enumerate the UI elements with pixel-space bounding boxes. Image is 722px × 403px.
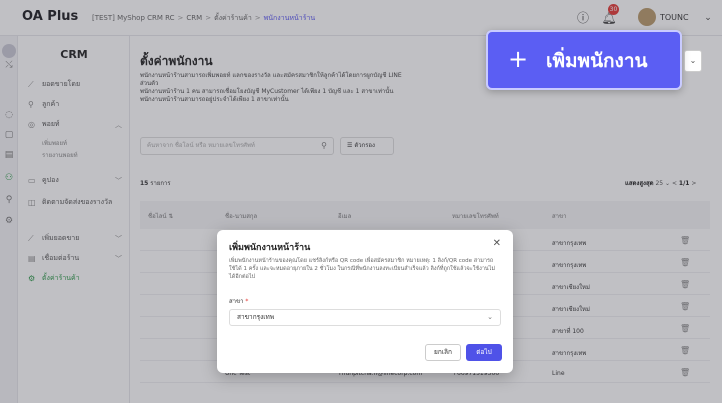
add-employee-button[interactable]: + เพิ่มพนักงาน: [486, 30, 682, 90]
branch-label-text: สาขา: [229, 298, 244, 305]
modal-title: เพิ่มพนักงานหน้าร้าน: [229, 243, 311, 253]
close-icon[interactable]: ✕: [493, 238, 501, 249]
dropdown-toggle[interactable]: ⌄: [684, 50, 702, 72]
branch-select-value: สาขากรุงเทพ: [237, 313, 275, 321]
add-employee-modal: เพิ่มพนักงานหน้าร้าน ✕ เพิ่มพนักงานหน้าร…: [217, 230, 513, 373]
cancel-button[interactable]: ยกเลิก: [425, 344, 461, 361]
branch-select[interactable]: สาขากรุงเทพ ⌄: [229, 309, 501, 326]
chevron-down-icon: ⌄: [487, 313, 493, 321]
required-marker: *: [243, 298, 249, 305]
next-button[interactable]: ต่อไป: [466, 344, 502, 361]
modal-description: เพิ่มพนักงานหน้าร้านของคุณโดย แชร์ลิงก์ห…: [229, 258, 496, 280]
plus-icon: +: [508, 45, 529, 73]
add-employee-label: เพิ่มพนักงาน: [546, 50, 648, 72]
branch-field-label: สาขา *: [229, 296, 248, 306]
